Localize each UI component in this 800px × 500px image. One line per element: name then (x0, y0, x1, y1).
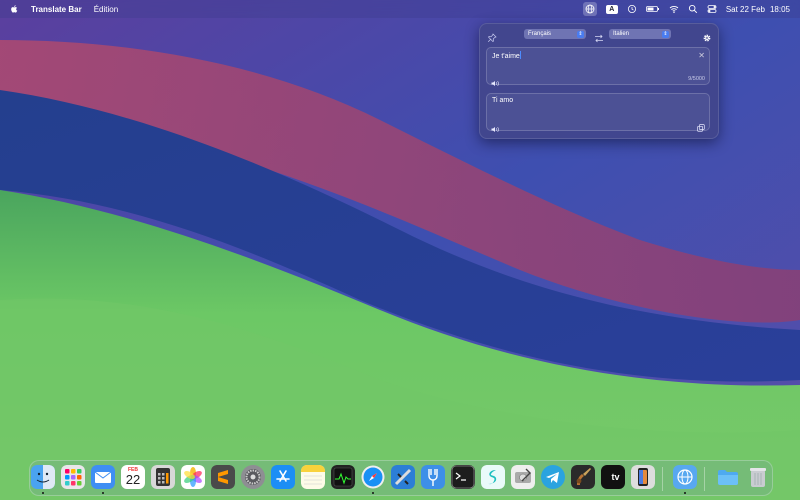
gear-icon[interactable] (702, 30, 712, 42)
fork-icon[interactable] (421, 465, 445, 489)
calendar-icon[interactable]: FEB 22 (121, 465, 145, 489)
running-indicator (372, 492, 374, 494)
wifi-icon[interactable] (669, 4, 679, 14)
mail-icon[interactable] (91, 465, 115, 489)
clock-time: 18:05 (769, 4, 790, 14)
edit-menu[interactable]: Édition (94, 5, 118, 14)
launchpad-icon[interactable] (61, 465, 85, 489)
globe-icon[interactable] (582, 2, 597, 16)
dock-separator (662, 467, 663, 491)
calendar-day: 22 (125, 472, 141, 487)
running-indicator (102, 492, 104, 494)
apple-tv-icon[interactable]: tv (601, 465, 625, 489)
running-indicator (684, 492, 686, 494)
target-language-select[interactable]: Italien ⇕ (609, 29, 671, 39)
terminal-icon[interactable] (451, 465, 475, 489)
running-indicator (42, 492, 44, 494)
xcode-instruments-icon[interactable] (391, 465, 415, 489)
chevron-updown-icon: ⇕ (662, 30, 669, 38)
notes-icon[interactable] (301, 465, 325, 489)
source-language-select[interactable]: Français ⇕ (524, 29, 586, 39)
iphone-mirroring-icon[interactable] (631, 465, 655, 489)
copy-icon[interactable] (697, 119, 705, 132)
character-count: 9/5000 (688, 76, 705, 82)
time-machine-icon[interactable] (627, 4, 637, 14)
source-language-label: Français (528, 31, 552, 37)
translate-popover: Français ⇕ Italien ⇕ Je t'aime ✕ 9/5000 … (479, 23, 719, 139)
tv-label: tv (611, 472, 620, 482)
menu-bar: Translate Bar Édition A Sat 22 Feb 18:05 (0, 0, 800, 18)
translation-text-area: Ti amo (486, 93, 710, 133)
target-language-label: Italien (613, 31, 630, 37)
menu-clock[interactable]: Sat 22 Feb 18:05 (726, 5, 790, 14)
control-center-icon[interactable] (707, 4, 717, 14)
instruments-icon[interactable] (571, 465, 595, 489)
dock-separator (704, 467, 705, 491)
calculator-icon[interactable] (151, 465, 175, 489)
speaker-icon[interactable] (491, 120, 500, 133)
finder-icon[interactable] (31, 465, 55, 489)
source-text-area[interactable]: Je t'aime ✕ 9/5000 (486, 47, 710, 87)
pin-icon[interactable] (487, 30, 497, 43)
app-menu-title[interactable]: Translate Bar (31, 5, 82, 14)
clock-date: Sat 22 Feb (725, 4, 765, 14)
photos-icon[interactable] (181, 465, 205, 489)
activity-monitor-icon[interactable] (331, 465, 355, 489)
battery-icon[interactable] (645, 4, 660, 14)
sublime-text-icon[interactable] (211, 465, 235, 489)
safari-icon[interactable] (361, 465, 385, 489)
clear-icon[interactable]: ✕ (698, 51, 705, 60)
app-store-icon[interactable] (271, 465, 295, 489)
spotlight-icon[interactable] (688, 4, 698, 14)
chevron-updown-icon: ⇕ (577, 30, 584, 38)
folder-icon[interactable] (716, 465, 740, 489)
source-text[interactable]: Je t'aime (492, 51, 522, 60)
input-source-icon[interactable]: A (605, 4, 618, 14)
trash-icon[interactable] (746, 465, 770, 489)
translation-text: Ti amo (492, 97, 514, 104)
telegram-icon[interactable] (541, 465, 565, 489)
swap-languages-icon[interactable] (594, 30, 604, 43)
system-settings-icon[interactable] (241, 465, 265, 489)
surfshark-icon[interactable] (481, 465, 505, 489)
disk-utility-icon[interactable] (511, 465, 535, 489)
speaker-icon[interactable] (491, 74, 500, 87)
translate-bar-icon[interactable] (673, 465, 697, 489)
dock: FEB 22 tv (29, 460, 773, 496)
apple-icon[interactable] (10, 4, 19, 14)
